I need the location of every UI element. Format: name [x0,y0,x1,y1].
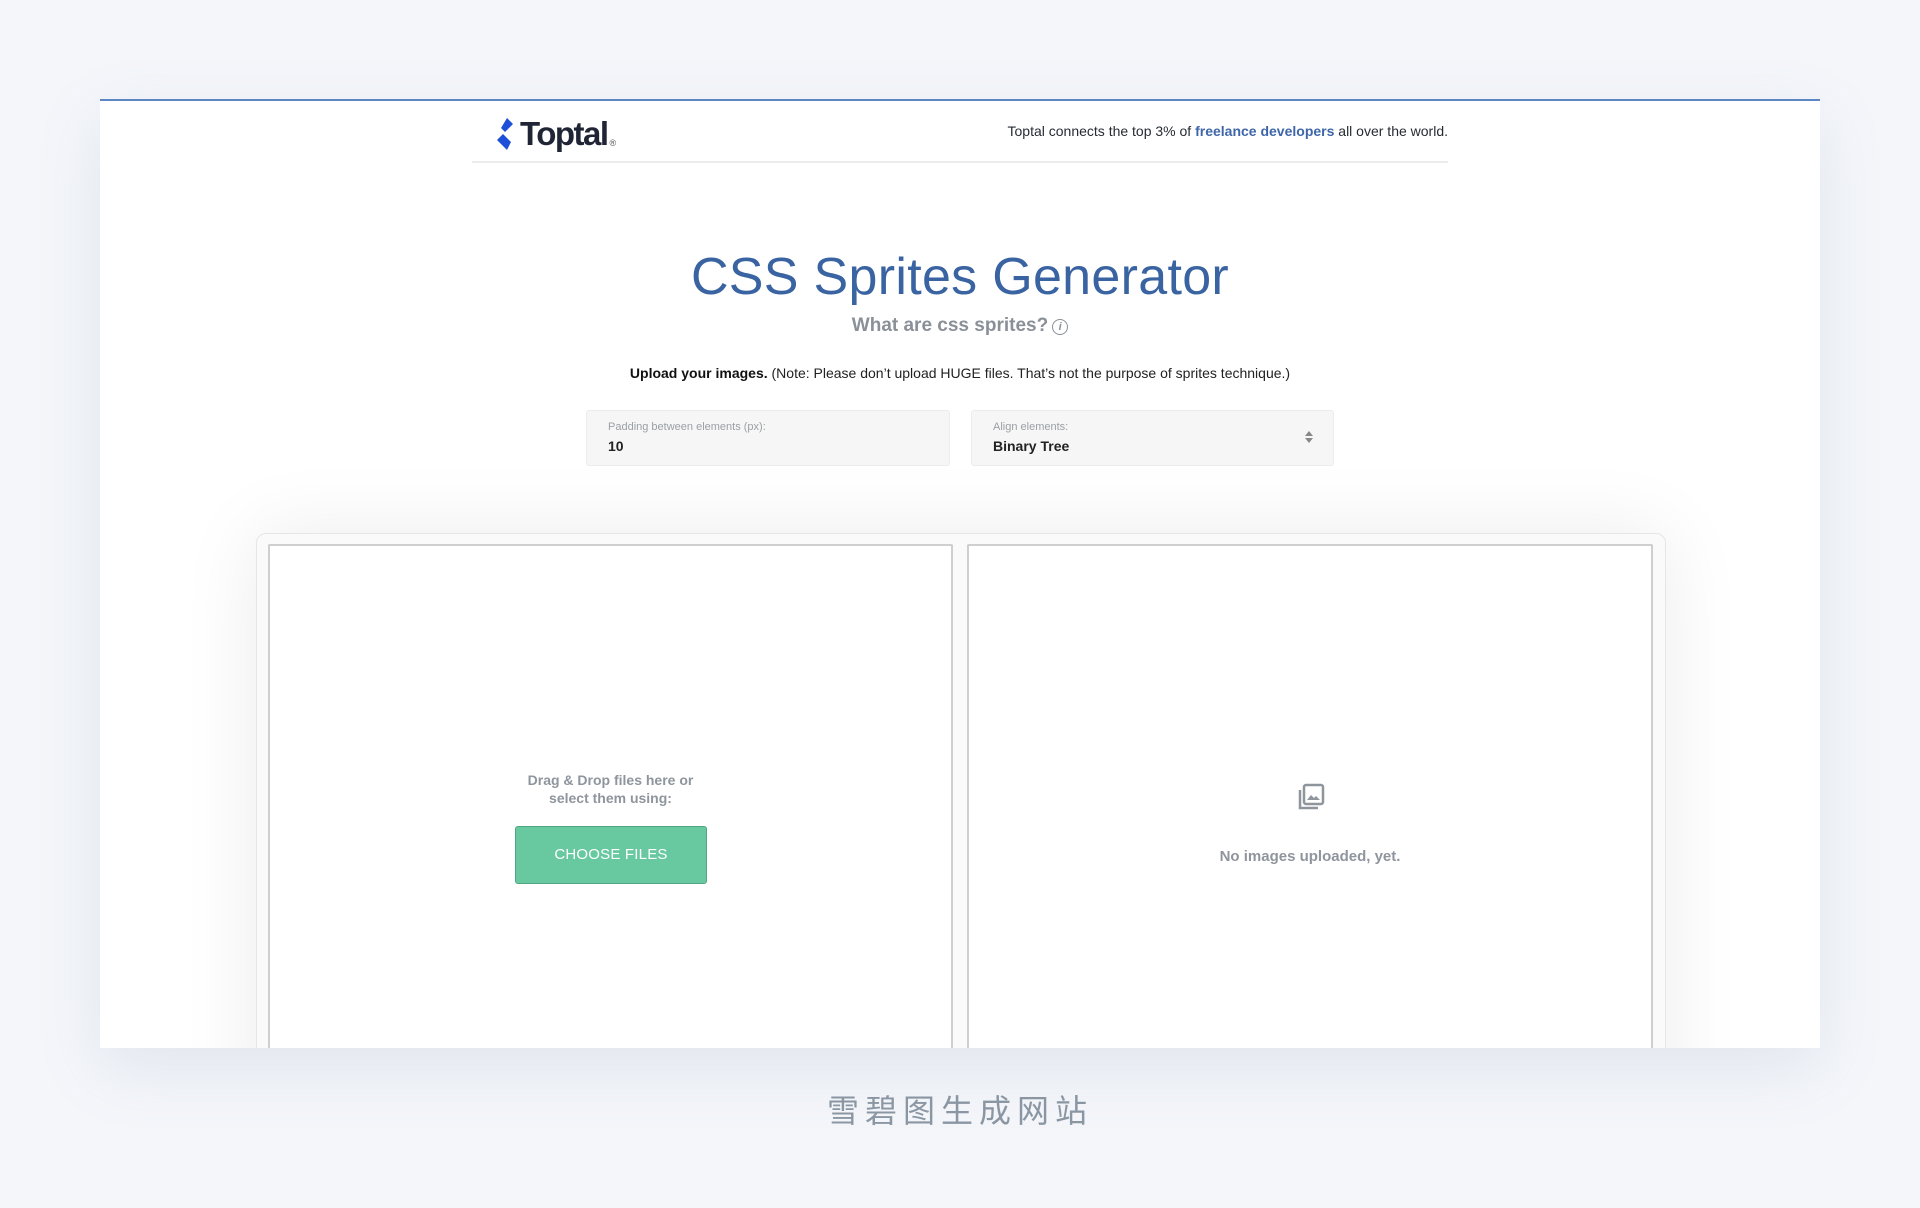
toptal-logo-icon [497,118,513,150]
freelance-developers-link[interactable]: freelance developers [1195,123,1334,139]
info-icon[interactable]: i [1052,319,1069,335]
align-label: Align elements: [993,421,1069,433]
drop-text-line1: Drag & Drop files here or [527,772,694,788]
generator-card: Drag & Drop files here or select them us… [256,533,1666,1048]
subtitle-text: What are css sprites? [851,315,1049,336]
tagline-suffix: all over the world. [1334,123,1448,139]
empty-state-text: No images uploaded, yet. [1219,848,1401,865]
padding-value[interactable]: 10 [608,438,624,454]
align-select[interactable]: Align elements: Binary Tree [971,410,1334,466]
logo-text: Toptal [520,115,609,152]
note-bold: Upload your images. [629,365,768,381]
upload-note: Upload your images. (Note: Please don’t … [100,365,1820,381]
images-icon [1298,783,1325,810]
website-screenshot: Toptal ® Toptal connects the top 3% of f… [100,99,1820,1048]
header-tagline: Toptal connects the top 3% of freelance … [1008,123,1448,139]
padding-input[interactable]: Padding between elements (px): 10 [586,410,950,466]
upload-dropzone[interactable]: Drag & Drop files here or select them us… [268,544,953,1048]
page-title: CSS Sprites Generator [690,248,1230,306]
logo-registered: ® [609,138,617,148]
drop-text-line2: select them using: [549,790,672,806]
note-text: (Note: Please don’t upload HUGE files. T… [767,365,1291,381]
dropzone-text: Drag & Drop files here or select them us… [270,771,951,807]
padding-label: Padding between elements (px): [608,421,766,433]
tagline-prefix: Toptal connects the top 3% of [1007,123,1196,139]
toptal-logo[interactable]: Toptal ® [494,115,616,153]
align-value[interactable]: Binary Tree [993,438,1069,454]
site-header: Toptal ® Toptal connects the top 3% of f… [472,101,1448,163]
preview-panel: No images uploaded, yet. [967,544,1653,1048]
caption: 雪碧图生成网站 [826,1092,1093,1130]
what-are-sprites-link[interactable]: What are css sprites? i [100,315,1820,337]
choose-files-button[interactable]: CHOOSE FILES [515,826,707,884]
select-arrows-icon [1305,431,1313,445]
